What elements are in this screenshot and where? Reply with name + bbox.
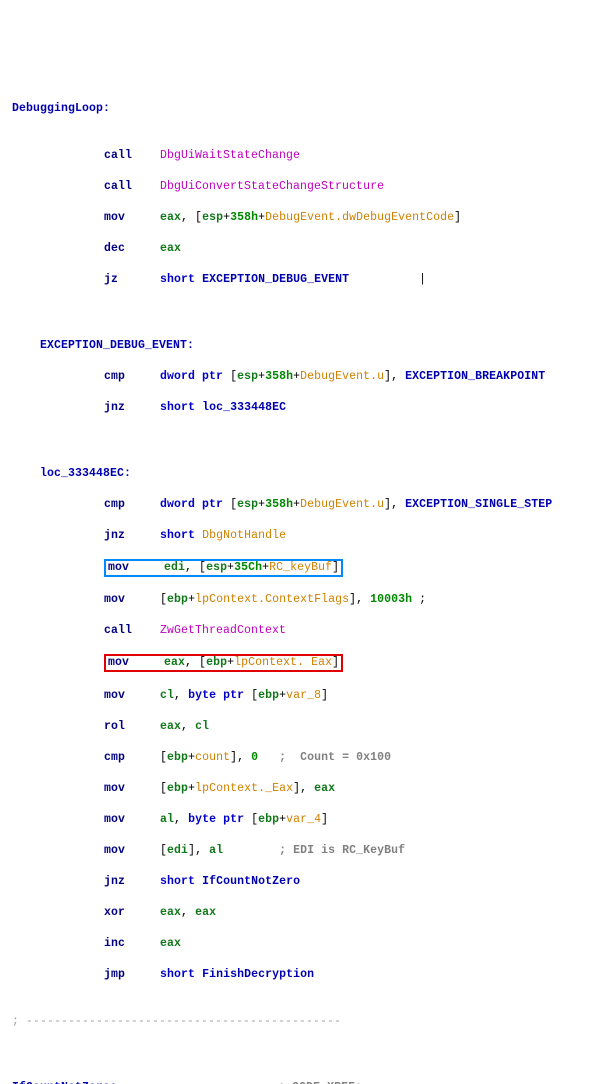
asm-line: jnz short loc_333448EC <box>4 400 596 416</box>
asm-line: call ZwGetThreadContext <box>4 623 596 639</box>
label-IfCountNotZero: IfCountNotZero: ; CODE XREF: <box>4 1080 596 1084</box>
asm-line: mov eax, [esp+358h+DebugEvent.dwDebugEve… <box>4 210 596 226</box>
asm-line: call DbgUiWaitStateChange <box>4 148 596 164</box>
asm-line-highlight-blue: mov edi, [esp+35Ch+RC_keyBuf] <box>4 559 596 577</box>
label-DebuggingLoop: DebuggingLoop: <box>4 101 596 117</box>
asm-line: mov [edi], al ; EDI is RC_KeyBuf <box>4 843 596 859</box>
asm-line: rol eax, cl <box>4 719 596 735</box>
asm-line: inc eax <box>4 936 596 952</box>
asm-line: mov al, byte ptr [ebp+var_4] <box>4 812 596 828</box>
asm-line: jmp short FinishDecryption <box>4 967 596 983</box>
label-EXCEPTION_DEBUG_EVENT: EXCEPTION_DEBUG_EVENT: <box>4 338 596 354</box>
label-loc_333448EC: loc_333448EC: <box>4 466 596 482</box>
asm-line: jnz short DbgNotHandle <box>4 528 596 544</box>
asm-line: cmp dword ptr [esp+358h+DebugEvent.u], E… <box>4 497 596 513</box>
asm-line: call DbgUiConvertStateChangeStructure <box>4 179 596 195</box>
asm-line: mov [ebp+lpContext.ContextFlags], 10003h… <box>4 592 596 608</box>
asm-line: jz short EXCEPTION_DEBUG_EVENT | <box>4 272 596 288</box>
asm-line: cmp dword ptr [esp+358h+DebugEvent.u], E… <box>4 369 596 385</box>
asm-line: mov cl, byte ptr [ebp+var_8] <box>4 688 596 704</box>
asm-line: mov [ebp+lpContext._Eax], eax <box>4 781 596 797</box>
asm-line: cmp [ebp+count], 0 ; Count = 0x100 <box>4 750 596 766</box>
disassembly-listing: DebuggingLoop: call DbgUiWaitStateChange… <box>4 70 596 1084</box>
cursor-pipe: | <box>419 273 426 286</box>
asm-line: jnz short IfCountNotZero <box>4 874 596 890</box>
asm-line: xor eax, eax <box>4 905 596 921</box>
asm-line: dec eax <box>4 241 596 257</box>
asm-line-highlight-red: mov eax, [ebp+lpContext. Eax] <box>4 654 596 672</box>
separator: ; --------------------------------------… <box>4 1014 596 1030</box>
